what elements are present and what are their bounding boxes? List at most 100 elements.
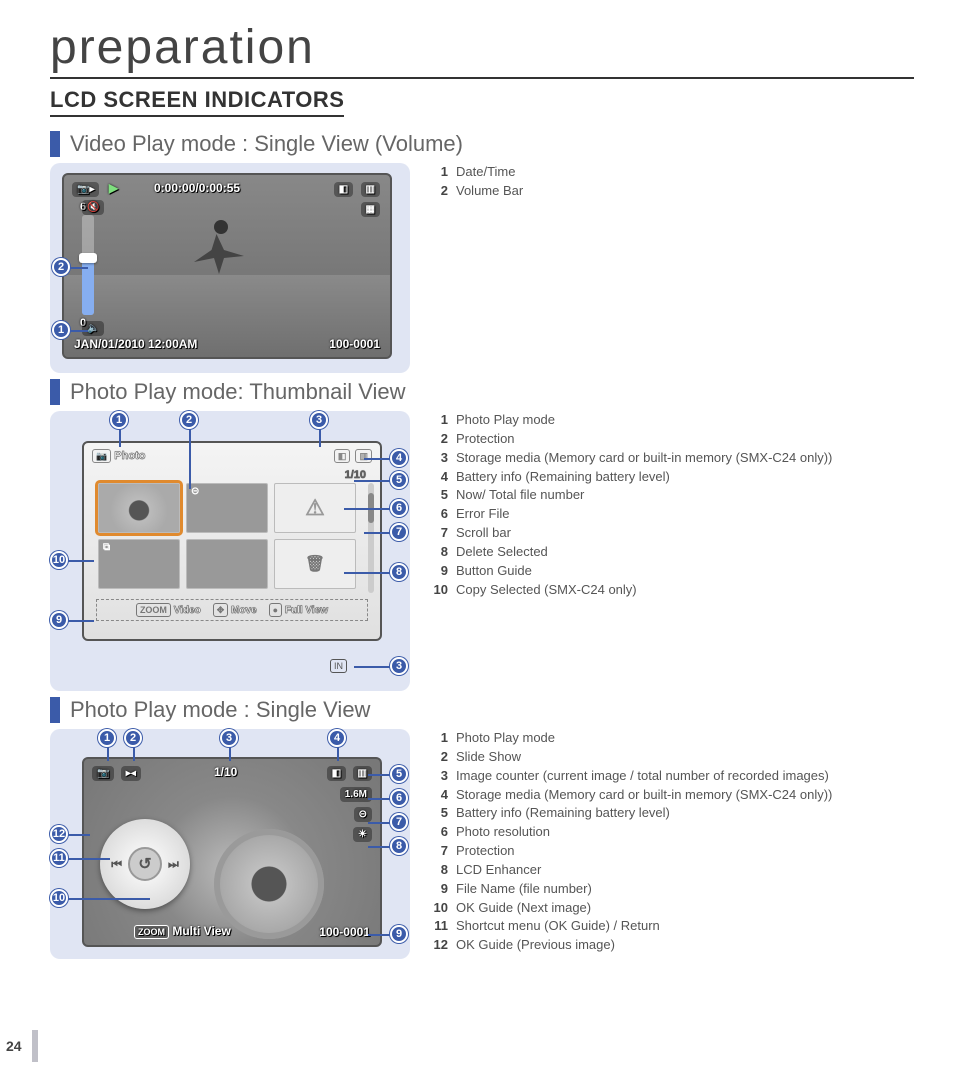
legend-num: 5	[430, 486, 448, 505]
lcd-panel-3: 1 2 3 4 5 6 7 8 9 12 11 10	[50, 729, 410, 959]
subsection-video-single-volume: Video Play mode : Single View (Volume) 1…	[50, 131, 914, 373]
volume-knob	[79, 253, 97, 263]
file-number: 100-0001	[329, 337, 380, 351]
callout-10: 10	[50, 551, 68, 569]
callout-1: 1	[98, 729, 116, 747]
next-image-icon: ⏭	[168, 857, 179, 872]
callout-12: 12	[50, 825, 68, 843]
guide-move: Move	[231, 605, 257, 616]
callout-line	[344, 508, 390, 510]
callout-10: 10	[50, 889, 68, 907]
subsection-title: Video Play mode : Single View (Volume)	[70, 131, 463, 157]
callout-5: 5	[390, 765, 408, 783]
enhancer-icon: ☀	[353, 827, 372, 842]
callout-line	[319, 429, 321, 447]
thumbnail-grid: ⊝ ⚠ ⧉ 🗑	[84, 481, 380, 593]
legend-num: 4	[430, 468, 448, 487]
image-counter: 1/10	[214, 765, 237, 779]
lock-icon: ⊝	[354, 807, 372, 822]
callout-line	[368, 934, 390, 936]
trash-icon: 🗑	[305, 554, 325, 574]
thumbnail: ⧉	[98, 539, 180, 589]
callout-line	[133, 747, 135, 761]
warning-icon: ⚠	[305, 495, 325, 521]
subsection-title: Photo Play mode : Single View	[70, 697, 370, 723]
lcd-panel-2: 1 2 3 4 5 6 7 8 10 9 3	[50, 411, 410, 691]
callout-line	[107, 747, 109, 761]
legend-num: 1	[430, 411, 448, 430]
in-badge-text: IN	[330, 659, 347, 673]
callout-4: 4	[328, 729, 346, 747]
lcd-screen: 📷▸ ▶ 0:00:00/0:00:55 ◧ ▥ ▦ 6 0	[62, 173, 392, 359]
lcd-screen: 📷 Photo ◧ ▥ 1/10 ⊝ ⚠ ⧉ 🗑	[82, 441, 382, 641]
volume-bar: 6 0	[82, 215, 94, 315]
page-number: 24	[0, 1030, 38, 1062]
callout-6: 6	[390, 789, 408, 807]
legend-text: Button Guide	[456, 562, 832, 581]
callout-1: 1	[110, 411, 128, 429]
ok-guide-wheel: ⏮ ↺ ⏭	[100, 819, 190, 909]
file-number: 100-0001	[319, 925, 370, 939]
callout-line	[337, 747, 339, 761]
callout-3: 3	[310, 411, 328, 429]
lcd-panel-1: 1 2 📷▸ ▶ 0:00:00/0:00:55 ◧ ▥ ▦	[50, 163, 410, 373]
legend-num: 9	[430, 880, 448, 899]
legend-text: Volume Bar	[456, 182, 523, 201]
callout-2: 2	[180, 411, 198, 429]
legend-text: Protection	[456, 430, 832, 449]
mode-icon: 📷▸	[72, 182, 99, 197]
legend-text: Photo Play mode	[456, 411, 832, 430]
legend-text: Battery info (Remaining battery level)	[456, 468, 832, 487]
legend-num: 7	[430, 524, 448, 543]
mode-label: Photo	[114, 450, 145, 462]
card-icon: ◧	[334, 182, 353, 197]
legend-text: Copy Selected (SMX-C24 only)	[456, 581, 832, 600]
callout-2: 2	[124, 729, 142, 747]
callout-11: 11	[50, 849, 68, 867]
skier-figure	[194, 220, 264, 300]
legend-text: File Name (file number)	[456, 880, 832, 899]
legend-text: Slide Show	[456, 748, 832, 767]
slideshow-icon: ▸◂	[121, 766, 141, 781]
subsection-title: Photo Play mode: Thumbnail View	[70, 379, 406, 405]
legend-text: Error File	[456, 505, 832, 524]
callout-line	[70, 267, 88, 269]
guide-fullview: Full View	[285, 605, 328, 616]
date-time: JAN/01/2010 12:00AM	[74, 337, 197, 351]
accent-bar	[50, 131, 60, 157]
legend-text: Scroll bar	[456, 524, 832, 543]
playback-time: 0:00:00/0:00:55	[154, 181, 240, 195]
legend-1: 1Date/Time 2Volume Bar	[430, 163, 523, 201]
legend-text: LCD Enhancer	[456, 861, 832, 880]
legend-num: 8	[430, 861, 448, 880]
callout-line	[364, 532, 390, 534]
in-badge: IN	[330, 659, 347, 673]
section-title: LCD SCREEN INDICATORS	[50, 87, 344, 117]
enhancer-icon: ▦	[361, 202, 380, 217]
photo-mode-icon: 📷	[92, 449, 111, 463]
callout-line	[229, 747, 231, 761]
callout-9: 9	[390, 925, 408, 943]
callout-4: 4	[390, 449, 408, 467]
legend-text: Image counter (current image / total num…	[456, 767, 832, 786]
callout-line	[354, 666, 390, 668]
legend-num: 10	[430, 581, 448, 600]
legend-text: Storage media (Memory card or built-in m…	[456, 786, 832, 805]
thumbnail-delete: 🗑	[274, 539, 356, 589]
callout-8: 8	[390, 563, 408, 581]
callout-line	[344, 572, 390, 574]
callout-line	[68, 858, 110, 860]
zoom-badge: ZOOM	[136, 603, 171, 617]
callout-line	[68, 620, 94, 622]
legend-num: 3	[430, 449, 448, 468]
callout-line	[368, 774, 390, 776]
zoom-badge: ZOOM	[134, 925, 169, 939]
callout-line	[368, 822, 390, 824]
lcd-screen: 📷 ▸◂ 1/10 ◧ ▥ 1.6M ⊝ ☀ ⏮ ↺ ⏭	[82, 757, 382, 947]
legend-num: 12	[430, 936, 448, 955]
guide-video: Video	[174, 605, 201, 616]
thumbnail-selected	[98, 483, 180, 533]
image-counter: 1/10	[84, 469, 380, 481]
speaker-icon: 🔈	[82, 321, 104, 336]
legend-text: Photo resolution	[456, 823, 832, 842]
